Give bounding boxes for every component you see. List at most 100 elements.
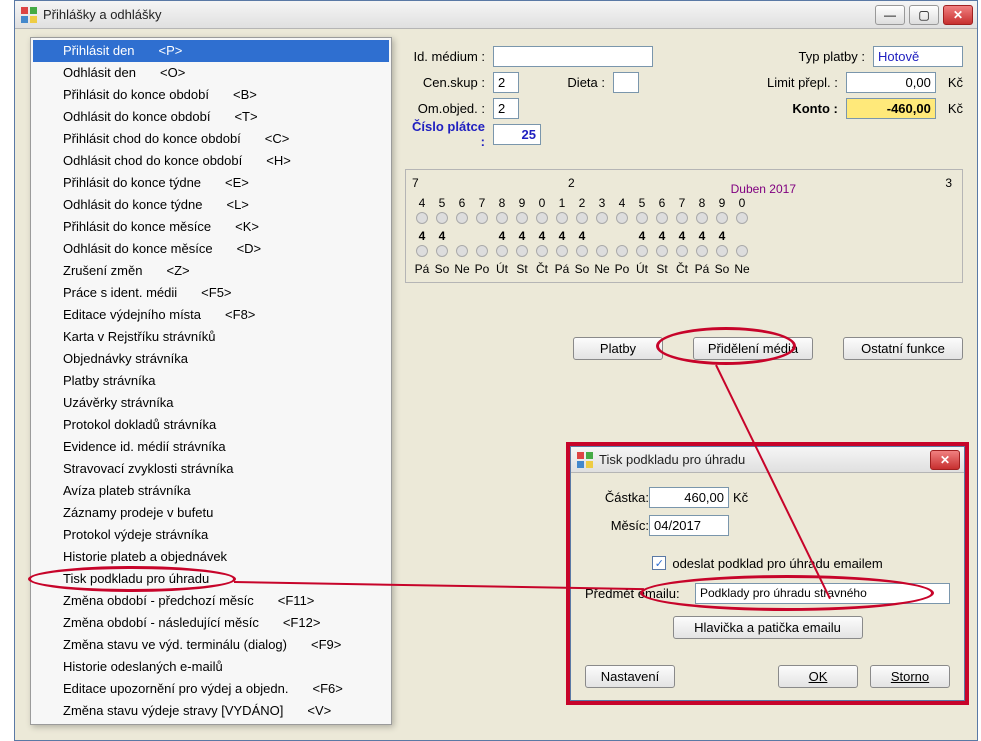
- menu-item[interactable]: Platby strávníka: [33, 370, 389, 392]
- cal-cell: Út: [492, 262, 512, 276]
- menu-item[interactable]: Přihlásit den<P>: [33, 40, 389, 62]
- menu-item[interactable]: Odhlásit do konce týdne<L>: [33, 194, 389, 216]
- cal-day-numbers: 45678901234567890: [412, 196, 956, 210]
- maximize-button[interactable]: ▢: [909, 5, 939, 25]
- limit-input[interactable]: 0,00: [846, 72, 936, 93]
- menu-item[interactable]: Zrušení změn<Z>: [33, 260, 389, 282]
- menu-item[interactable]: Přihlásit do konce období<B>: [33, 84, 389, 106]
- om-objed-label: Om.objed. :: [405, 101, 485, 116]
- menu-item[interactable]: Změna stavu výdeje stravy [VYDÁNO]<V>: [33, 700, 389, 722]
- menu-item[interactable]: Objednávky strávníka: [33, 348, 389, 370]
- cal-month-label: Duben 2017: [731, 182, 796, 196]
- cislo-platce-value[interactable]: 25: [493, 124, 541, 145]
- menu-item-shortcut: <F6>: [313, 680, 343, 698]
- menu-item[interactable]: Protokol dokladů strávníka: [33, 414, 389, 436]
- menu-item-label: Stravovací zvyklosti strávníka: [63, 460, 234, 478]
- cal-cell: 4: [672, 229, 692, 243]
- menu-item-shortcut: <P>: [159, 42, 183, 60]
- cal-cell: So: [712, 262, 732, 276]
- menu-item[interactable]: Avíza plateb strávníka: [33, 480, 389, 502]
- cal-cell: 4: [652, 229, 672, 243]
- cal-cell: 0: [532, 196, 552, 210]
- menu-item-label: Uzávěrky strávníka: [63, 394, 174, 412]
- typ-platby-value[interactable]: Hotově: [873, 46, 963, 67]
- menu-item[interactable]: Odhlásit den<O>: [33, 62, 389, 84]
- cal-cell: 4: [712, 229, 732, 243]
- menu-item[interactable]: Záznamy prodeje v bufetu: [33, 502, 389, 524]
- id-medium-input[interactable]: [493, 46, 653, 67]
- mesic-input[interactable]: 04/2017: [649, 515, 729, 536]
- menu-item[interactable]: Odhlásit do konce měsíce<D>: [33, 238, 389, 260]
- minimize-button[interactable]: —: [875, 5, 905, 25]
- storno-button[interactable]: Storno: [870, 665, 950, 688]
- menu-item[interactable]: Přihlásit chod do konce období<C>: [33, 128, 389, 150]
- cal-cell: 9: [712, 196, 732, 210]
- menu-item[interactable]: Karta v Rejstříku strávníků: [33, 326, 389, 348]
- cal-status-dot: [672, 245, 692, 260]
- om-objed-input[interactable]: 2: [493, 98, 519, 119]
- konto-label: Konto :: [758, 101, 838, 116]
- dialog-app-icon: [577, 452, 593, 468]
- menu-item[interactable]: Editace upozornění pro výdej a objedn. <F…: [33, 678, 389, 700]
- cal-status-dot: [692, 245, 712, 260]
- ostatni-funkce-button[interactable]: Ostatní funkce: [843, 337, 963, 360]
- cal-status-dot: [732, 245, 752, 260]
- cal-status-dot: [552, 245, 572, 260]
- cal-cell: 2: [572, 196, 592, 210]
- close-button[interactable]: ✕: [943, 5, 973, 25]
- predmet-input[interactable]: Podklady pro úhradu stravného: [695, 583, 950, 604]
- cal-status-dot: [512, 212, 532, 227]
- platby-button[interactable]: Platby: [573, 337, 663, 360]
- menu-item[interactable]: Odhlásit chod do konce období<H>: [33, 150, 389, 172]
- cal-cell: 5: [432, 196, 452, 210]
- menu-item-label: Objednávky strávníka: [63, 350, 188, 368]
- menu-item[interactable]: Protokol výdeje strávníka: [33, 524, 389, 546]
- dieta-input[interactable]: [613, 72, 639, 93]
- menu-item-label: Tisk podkladu pro úhradu: [63, 570, 209, 588]
- cen-skup-input[interactable]: 2: [493, 72, 519, 93]
- send-email-checkbox[interactable]: ✓: [652, 556, 666, 570]
- cal-status-dot: [592, 245, 612, 260]
- menu-item[interactable]: Přihlásit do konce týdne<E>: [33, 172, 389, 194]
- menu-item[interactable]: Změna období - následující měsíc<F12>: [33, 612, 389, 634]
- cal-cell: Pá: [412, 262, 432, 276]
- menu-item-label: Přihlásit do konce týdne: [63, 174, 201, 192]
- cal-cell: So: [572, 262, 592, 276]
- menu-item-shortcut: <O>: [160, 64, 185, 82]
- cal-status-dot: [692, 212, 712, 227]
- menu-item[interactable]: Tisk podkladu pro úhradu: [33, 568, 389, 590]
- menu-item[interactable]: Uzávěrky strávníka: [33, 392, 389, 414]
- castka-input[interactable]: 460,00: [649, 487, 729, 508]
- nastaveni-button[interactable]: Nastavení: [585, 665, 675, 688]
- menu-item[interactable]: Změna stavu ve výd. terminálu (dialog)<F…: [33, 634, 389, 656]
- menu-item[interactable]: Práce s ident. médii<F5>: [33, 282, 389, 304]
- context-menu: Přihlásit den<P>Odhlásit den<O>Přihlásit…: [30, 37, 392, 725]
- menu-item[interactable]: Odhlásit do konce období<T>: [33, 106, 389, 128]
- menu-item[interactable]: Stravovací zvyklosti strávníka: [33, 458, 389, 480]
- menu-item-shortcut: <C>: [265, 130, 290, 148]
- menu-item-label: Editace upozornění pro výdej a objedn.: [63, 680, 289, 698]
- typ-platby-label: Typ platby :: [785, 49, 865, 64]
- cal-cell: Ne: [452, 262, 472, 276]
- menu-item[interactable]: Evidence id. médií strávníka: [33, 436, 389, 458]
- menu-item[interactable]: Historie odeslaných e-mailů: [33, 656, 389, 678]
- menu-item[interactable]: Historie plateb a objednávek: [33, 546, 389, 568]
- print-dialog: Tisk podkladu pro úhradu ✕ Částka: 460,0…: [570, 446, 965, 701]
- menu-item-label: Práce s ident. médii: [63, 284, 177, 302]
- cal-status-dot: [712, 245, 732, 260]
- ok-button[interactable]: OK: [778, 665, 858, 688]
- cal-status-dot: [472, 212, 492, 227]
- menu-item-label: Evidence id. médií strávníka: [63, 438, 226, 456]
- menu-item[interactable]: Editace výdejního místa<F8>: [33, 304, 389, 326]
- castka-label: Částka:: [585, 490, 649, 505]
- menu-item-shortcut: <V>: [307, 702, 331, 720]
- prideleni-media-button[interactable]: Přidělení média: [693, 337, 813, 360]
- cal-cell: [472, 229, 492, 243]
- menu-item[interactable]: Změna období - předchozí měsíc<F11>: [33, 590, 389, 612]
- dialog-close-button[interactable]: ✕: [930, 450, 960, 470]
- cal-cell: 4: [412, 229, 432, 243]
- calendar: 7 2 Duben 2017 3 45678901234567890 44444…: [405, 169, 963, 283]
- hlavicka-button[interactable]: Hlavička a patička emailu: [673, 616, 863, 639]
- cal-status-dot: [472, 245, 492, 260]
- menu-item[interactable]: Přihlásit do konce měsíce<K>: [33, 216, 389, 238]
